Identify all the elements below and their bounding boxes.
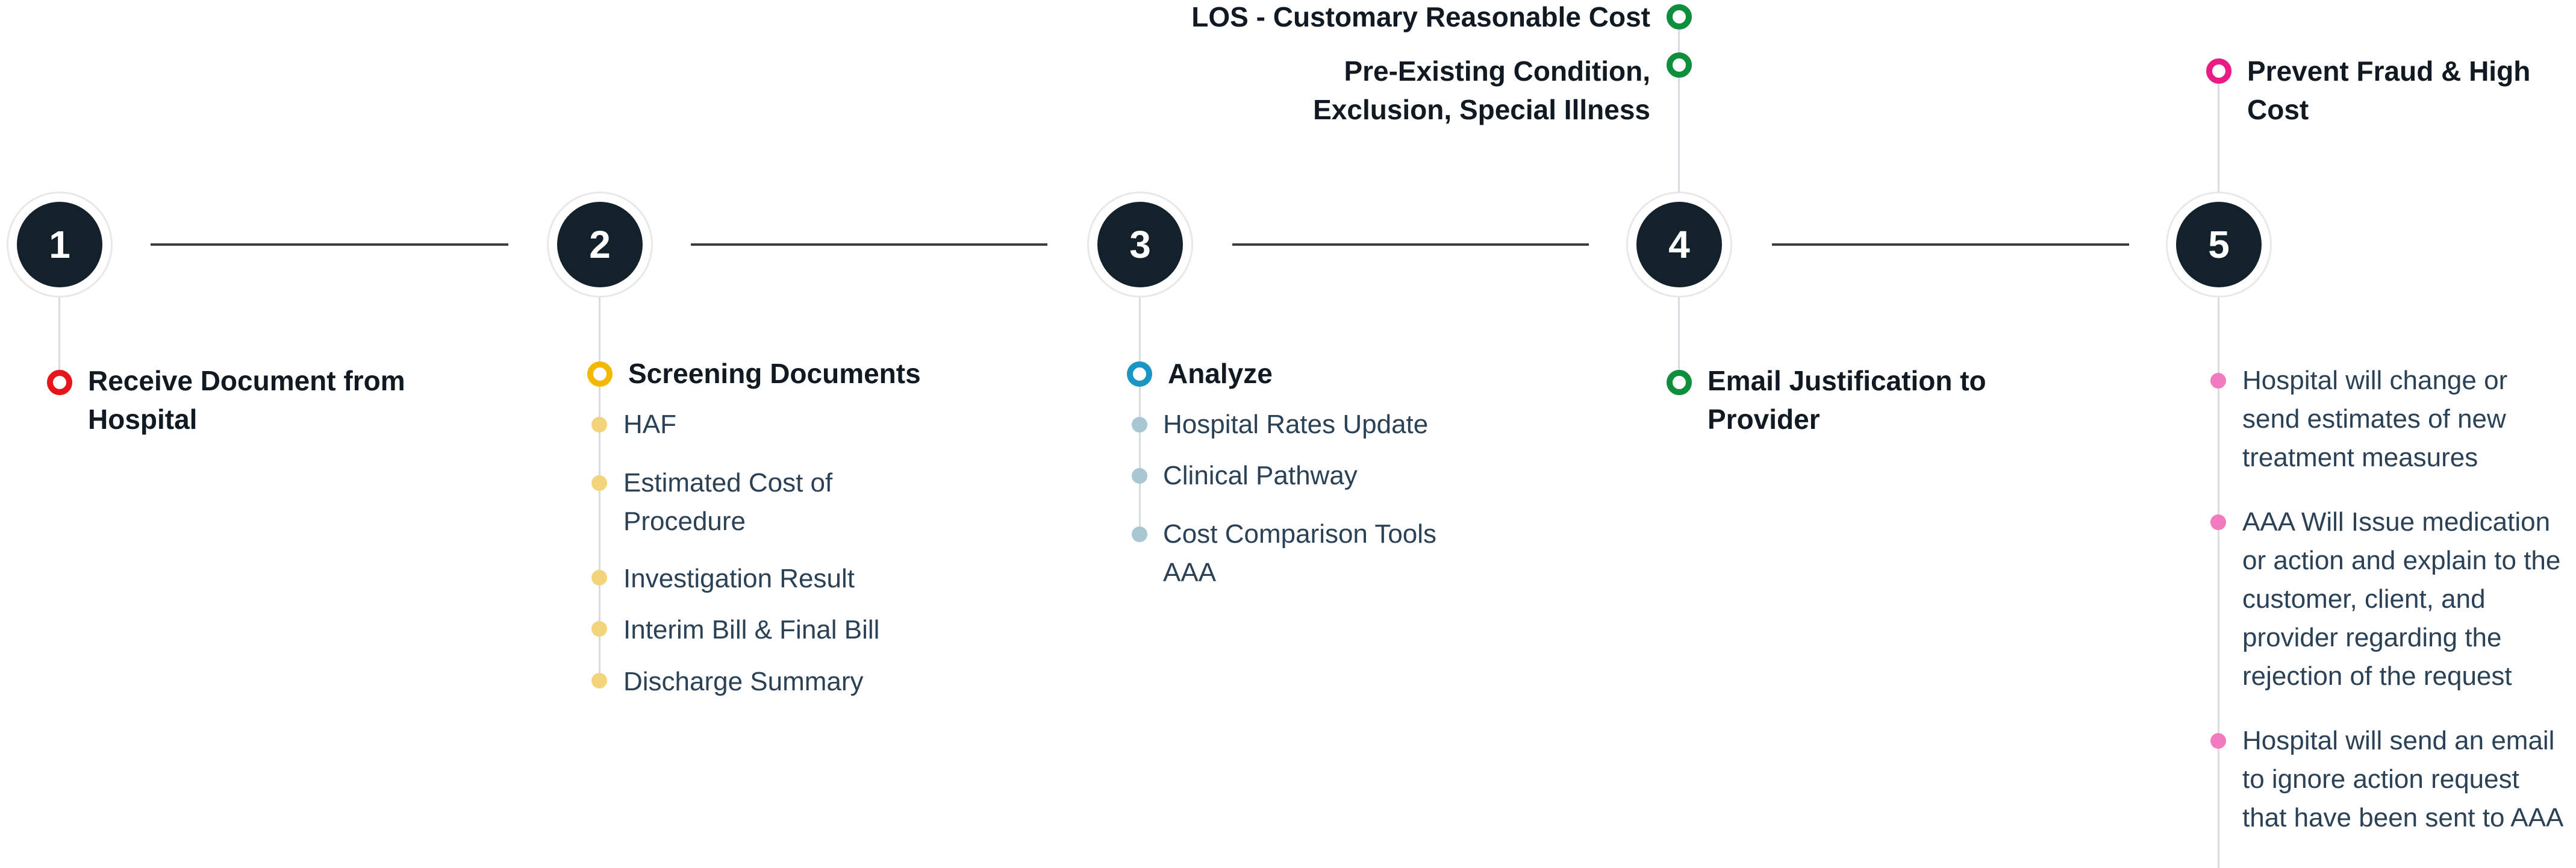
step-2-title-ring — [587, 361, 613, 387]
step-4-above-title: LOS - Customary Reasonable Cost — [1191, 1, 1650, 33]
step-4-above-title: Pre-Existing Condition, Exclusion, Speci… — [1313, 55, 1650, 125]
process-timeline: 1 2 3 4 5 Receive Document from Hospital… — [0, 0, 2576, 868]
step-3-circle: 3 — [1087, 192, 1193, 298]
step-4-title: Email Justification to Provider — [1707, 365, 1986, 435]
step-3-item: Cost Comparison Tools AAA — [1163, 519, 1437, 587]
step-3-title-ring — [1127, 361, 1152, 387]
step-5-above-ring — [2206, 58, 2231, 84]
step-5-item-dot — [2210, 733, 2226, 749]
step-3-item: Hospital Rates Update — [1163, 410, 1429, 439]
step-2-item: Estimated Cost of Procedure — [623, 468, 833, 536]
step-4-title-ring — [1667, 370, 1692, 395]
step-4-up-branch-line — [1678, 17, 1680, 196]
step-1-number: 1 — [17, 202, 102, 287]
step-2-item: Interim Bill & Final Bill — [623, 615, 880, 645]
step-3-item-dot — [1132, 417, 1147, 432]
step-5-up-branch-line — [2218, 71, 2219, 196]
step-4-above-ring — [1667, 4, 1692, 30]
step-5-above-title: Prevent Fraud & High Cost — [2247, 55, 2531, 125]
step-3-item-dot — [1132, 468, 1147, 484]
step-1-title: Receive Document from Hospital — [88, 365, 405, 435]
step-5-item: Hospital will send an email to ignore ac… — [2242, 726, 2564, 832]
connector-3-4 — [1232, 243, 1589, 246]
step-5-item-dot — [2210, 514, 2226, 530]
step-2-item-dot — [591, 417, 607, 432]
connector-4-5 — [1772, 243, 2129, 246]
step-2-item-dot — [591, 673, 607, 688]
step-2-item-dot — [591, 621, 607, 637]
step-5-number: 5 — [2176, 202, 2262, 287]
step-2-item: Discharge Summary — [623, 667, 864, 696]
connector-1-2 — [151, 243, 508, 246]
step-5-item-dot — [2210, 373, 2226, 389]
step-3-branch-line — [1139, 295, 1141, 536]
step-2-item-dot — [591, 570, 607, 585]
step-2-number: 2 — [557, 202, 643, 287]
step-5-circle: 5 — [2166, 192, 2272, 298]
step-5-item: Hospital will change or send estimates o… — [2242, 366, 2508, 472]
step-2-item: HAF — [623, 410, 676, 439]
step-4-number: 4 — [1636, 202, 1722, 287]
step-3-item: Clinical Pathway — [1163, 461, 1358, 490]
step-1-circle: 1 — [7, 192, 113, 298]
step-3-item-dot — [1132, 526, 1147, 542]
step-4-above-ring — [1667, 52, 1692, 78]
step-3-title: Analyze — [1168, 358, 1273, 389]
step-5-item: AAA Will Issue medication or action and … — [2242, 507, 2561, 691]
step-4-circle: 4 — [1626, 192, 1732, 298]
step-2-circle: 2 — [547, 192, 653, 298]
step-2-item-dot — [591, 475, 607, 491]
step-1-title-ring — [47, 370, 72, 395]
connector-2-3 — [691, 243, 1047, 246]
step-2-title: Screening Documents — [628, 358, 921, 389]
step-3-number: 3 — [1097, 202, 1183, 287]
step-2-item: Investigation Result — [623, 564, 855, 593]
